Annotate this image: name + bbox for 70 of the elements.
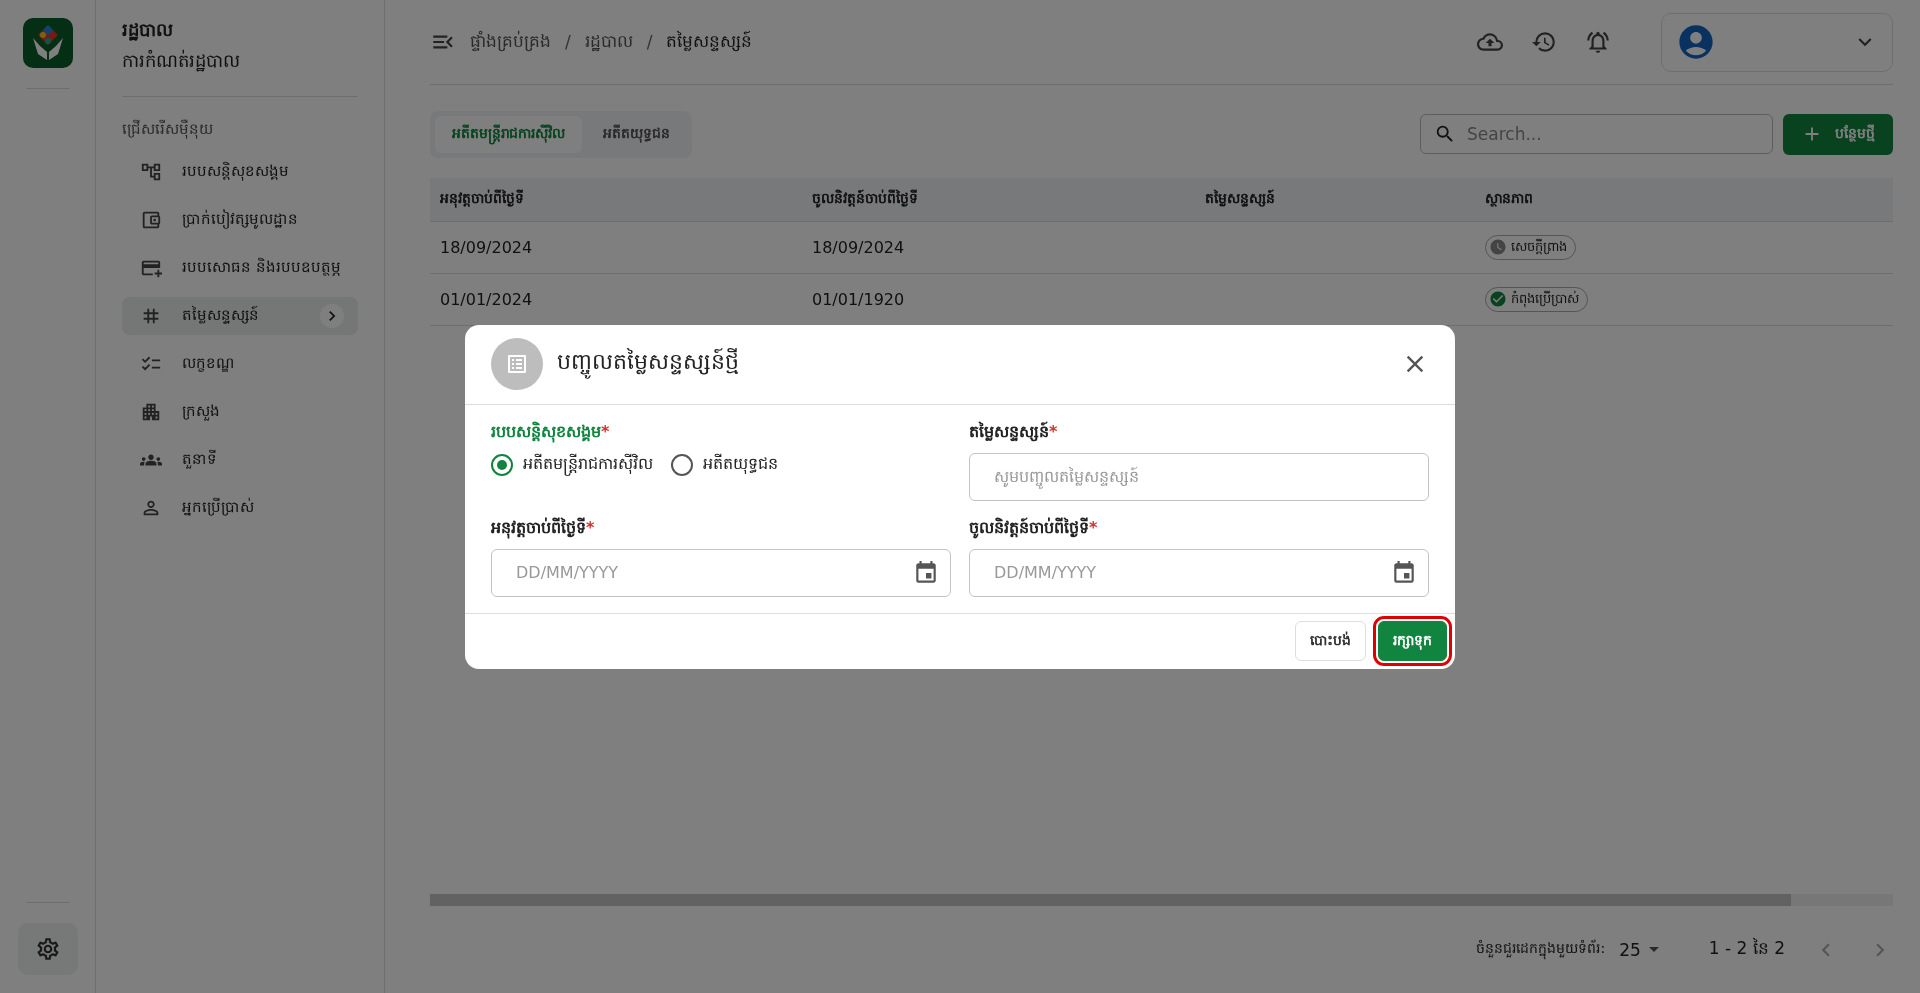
breadcrumb-link[interactable]: រដ្ឋបាល bbox=[584, 29, 633, 55]
caret-icon bbox=[1648, 947, 1659, 952]
building-icon bbox=[140, 401, 162, 423]
sidebar-item-label: តួនាទី bbox=[182, 449, 218, 471]
sidebar-item-label: របបសោធន និងរបបឧបត្ថម្ភ bbox=[182, 257, 342, 278]
sidebar-item[interactable]: ប្រាក់បៀវត្សមូលដ្ឋាន bbox=[122, 201, 358, 239]
breadcrumb-separator: / bbox=[565, 32, 571, 52]
add-button[interactable]: បន្ថែមថ្មី bbox=[1783, 113, 1893, 155]
radio-label[interactable]: អតីតយុទ្ធជន bbox=[703, 452, 778, 477]
tab[interactable]: អតីតមន្ត្រីរាជការស៊ីវិល bbox=[435, 115, 582, 153]
search-icon bbox=[1434, 123, 1456, 145]
sidebar-item-label: ក្រសួង bbox=[182, 401, 221, 423]
sidebar-item-label: លក្ខខណ្ឌ bbox=[182, 353, 235, 374]
breadcrumb-link[interactable]: តម្លៃសន្ទស្សន៍ bbox=[666, 29, 753, 55]
calendar-icon[interactable] bbox=[1391, 559, 1417, 586]
tab[interactable]: អតីតយុទ្ធជន bbox=[586, 115, 687, 153]
clock-icon bbox=[1489, 238, 1507, 257]
sidebar-item-label: តម្លៃសន្ទស្សន៍ bbox=[182, 305, 260, 326]
rows-per-page-select[interactable]: 25 bbox=[1619, 939, 1659, 960]
field-label: តម្លៃសន្ទស្សន៍* bbox=[969, 420, 1059, 444]
app-subtitle: ការកំណត់រដ្ឋបាល bbox=[122, 49, 241, 74]
sidebar-item-label: អ្នកប្រើប្រាស់ bbox=[182, 497, 255, 518]
table-cell-text: 18/09/2024 bbox=[811, 238, 906, 257]
search-field[interactable]: Search... bbox=[1420, 114, 1773, 154]
field-label: ចូលនិវត្តន៍ចាប់ពីថ្ងៃទី* bbox=[969, 516, 1099, 541]
avatar-icon bbox=[1676, 22, 1716, 62]
date-field[interactable]: DD/MM/YYYY bbox=[491, 548, 951, 597]
user-menu[interactable] bbox=[1661, 12, 1893, 72]
wallet-icon bbox=[140, 209, 162, 231]
history-icon[interactable] bbox=[1531, 29, 1557, 55]
input-field[interactable]: សូមបញ្ចូលតម្លៃសន្ទស្សន៍ bbox=[969, 452, 1429, 501]
breadcrumb-separator: / bbox=[646, 32, 653, 52]
column-header: ចូលនិវត្តន៍ចាប់ពីថ្ងៃទី bbox=[811, 189, 919, 210]
sidebar-item-label: ប្រាក់បៀវត្សមូលដ្ឋាន bbox=[182, 209, 299, 231]
menu-section-title: ជ្រើសរើសម៉ឺនុយ bbox=[122, 119, 214, 141]
list-icon bbox=[491, 338, 543, 390]
sidebar-item-label: របបសន្តិសុខសង្គម bbox=[182, 161, 290, 183]
settings-button[interactable] bbox=[17, 923, 78, 975]
table-cell-text: 18/09/2024 bbox=[439, 238, 534, 257]
radio-button[interactable] bbox=[671, 453, 693, 476]
app-title: រដ្ឋបាល bbox=[122, 18, 174, 43]
app-logo bbox=[22, 18, 73, 68]
cancel-button[interactable]: បោះបង់ bbox=[1295, 621, 1366, 661]
field-label: អនុវត្តចាប់ពីថ្ងៃទី* bbox=[491, 516, 596, 541]
sidebar-item[interactable]: តួនាទី bbox=[122, 441, 358, 479]
sidebar-item[interactable]: របបសន្តិសុខសង្គម bbox=[122, 153, 358, 191]
dialog-title: បញ្ចូលតម្លៃសន្ទស្សន៍ថ្មី bbox=[557, 348, 1387, 380]
sidebar-item[interactable]: លក្ខខណ្ឌ bbox=[122, 345, 358, 383]
column-header: តម្លៃសន្ទស្សន៍ bbox=[1204, 189, 1276, 209]
sidebar-item[interactable]: ក្រសួង bbox=[122, 393, 358, 431]
field-label: របបសន្តិសុខសង្គម* bbox=[491, 420, 611, 445]
rows-per-page-label: ចំនួនជួរដេកក្នុងមួយទំព័រ: bbox=[1476, 939, 1606, 960]
calendar-icon[interactable] bbox=[913, 559, 939, 586]
sidebar-item[interactable]: អ្នកប្រើប្រាស់ bbox=[122, 489, 358, 527]
chevron-right-icon bbox=[320, 304, 344, 328]
table-cell-text: 01/01/2024 bbox=[439, 290, 534, 309]
breadcrumb-link[interactable]: ផ្ទាំងគ្រប់គ្រង bbox=[470, 29, 551, 55]
column-header: ស្ថានភាព bbox=[1484, 189, 1534, 209]
sidebar-item[interactable]: របបសោធន និងរបបឧបត្ថម្ភ bbox=[122, 249, 358, 287]
page-range: 1 - 2 នៃ 2 bbox=[1708, 937, 1785, 960]
sidebar-item[interactable]: តម្លៃសន្ទស្សន៍ bbox=[122, 297, 358, 335]
status-label: សេចក្តីព្រាង bbox=[1511, 237, 1567, 257]
status-label: កំពុងប្រើប្រាស់ bbox=[1511, 289, 1579, 309]
bell-icon[interactable] bbox=[1585, 29, 1611, 55]
table-cell-text: 01/01/1920 bbox=[811, 290, 906, 309]
column-header: អនុវត្តចាប់ពីថ្ងៃទី bbox=[439, 189, 525, 210]
date-field[interactable]: DD/MM/YYYY bbox=[969, 548, 1429, 597]
hierarchy-icon bbox=[140, 161, 162, 183]
radio-button[interactable] bbox=[491, 453, 513, 476]
radio-label[interactable]: អតីតមន្ត្រីរាជការស៊ីវិល bbox=[523, 452, 653, 477]
